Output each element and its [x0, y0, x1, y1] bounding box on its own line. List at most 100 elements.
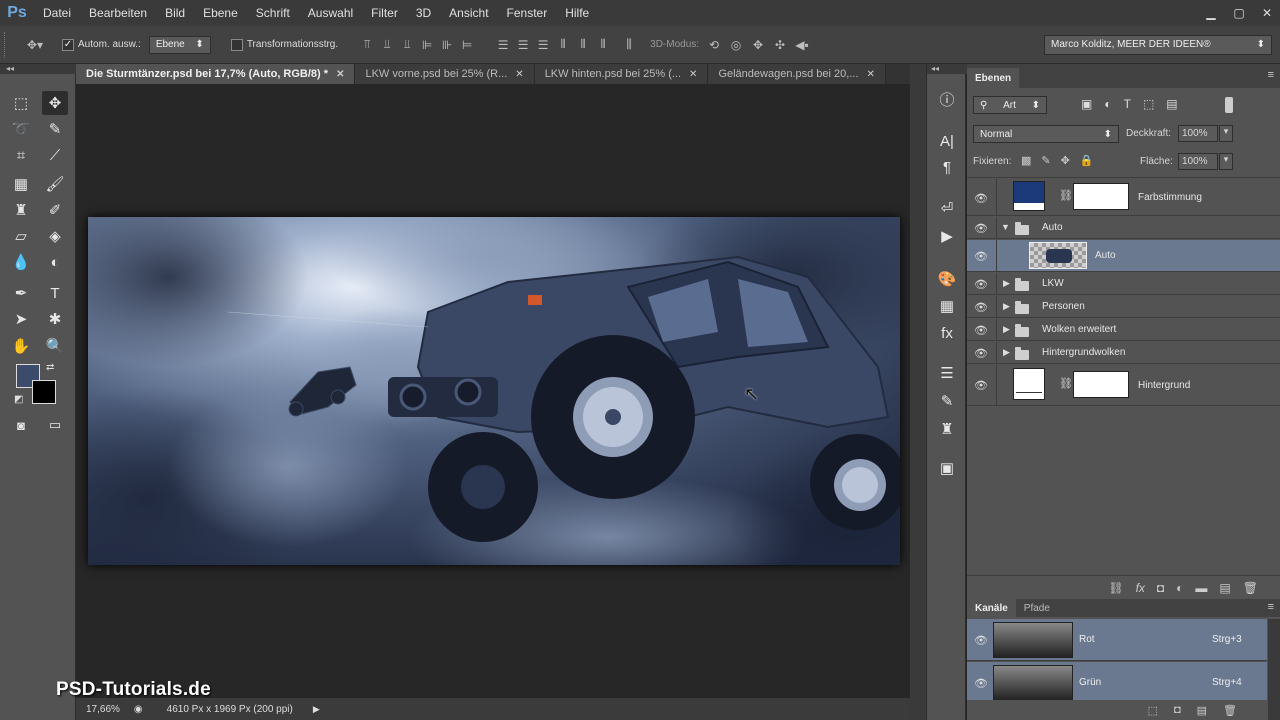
menu-bearbeiten[interactable]: Bearbeiten [80, 6, 156, 20]
distribute-vcenter-icon[interactable]: ☰ [516, 38, 530, 52]
channel-row-rot[interactable]: 👁 Rot Strg+3 [967, 619, 1267, 661]
eye-icon[interactable]: 👁 [973, 299, 989, 315]
menu-fenster[interactable]: Fenster [498, 6, 557, 20]
close-tab-icon[interactable]: ✕ [515, 69, 523, 80]
quick-selection-tool-icon[interactable]: ✎ [42, 117, 68, 141]
info-panel-icon[interactable]: ⓘ [935, 88, 959, 110]
tab-lkw-vorne[interactable]: LKW vorne.psd bei 25% (R... ✕ [355, 64, 535, 84]
move-tool-preset-icon[interactable]: ✥▾ [24, 38, 46, 52]
channel-row-gruen[interactable]: 👁 Grün Strg+4 [967, 662, 1267, 704]
clone-source-panel-icon[interactable]: ♜ [935, 418, 959, 440]
3d-rotate-icon[interactable]: ⟲ [707, 38, 721, 52]
filter-toggle-switch[interactable] [1225, 97, 1233, 113]
pen-tool-icon[interactable]: ✒ [8, 281, 34, 305]
channels-scrollbar[interactable] [1268, 619, 1280, 720]
eye-icon[interactable]: 👁 [973, 675, 989, 691]
layer-row-farbstimmung[interactable]: 👁 ⛓ Farbstimmung [967, 179, 1280, 216]
opacity-input[interactable]: 100% [1178, 125, 1218, 142]
menu-ebene[interactable]: Ebene [194, 6, 247, 20]
close-tab-icon[interactable]: ✕ [336, 69, 344, 80]
crop-tool-icon[interactable]: ⌗ [8, 143, 34, 167]
quick-mask-icon[interactable]: ◙ [8, 413, 34, 437]
delete-layer-icon[interactable]: 🗑 [1243, 581, 1258, 595]
layer-row-group-personen[interactable]: 👁 ▶ Personen [967, 296, 1280, 318]
layer-row-auto-selected[interactable]: 👁 Auto [967, 240, 1280, 272]
tab-channels[interactable]: Kanäle [967, 599, 1016, 617]
minimize-icon[interactable]: ▁ [1204, 6, 1218, 20]
new-group-icon[interactable]: ▬ [1195, 581, 1207, 595]
group-expanded-icon[interactable]: ▼ [1001, 222, 1010, 232]
distribute-top-icon[interactable]: ☰ [496, 38, 510, 52]
layer-mask-thumbnail[interactable] [1073, 183, 1129, 210]
filter-pixel-icon[interactable]: ▣ [1081, 97, 1092, 111]
distribute-hcenter-icon[interactable]: ⦀ [576, 37, 590, 52]
workspace-dropdown[interactable]: Marco Kolditz, MEER DER IDEEN® ⬍ [1044, 34, 1272, 55]
panel-menu-icon[interactable]: ≡ [1268, 601, 1274, 613]
dodge-tool-icon[interactable]: ◐ [42, 250, 68, 274]
fill-input[interactable]: 100% [1178, 153, 1218, 170]
move-tool-icon[interactable]: ✥ [42, 91, 68, 115]
lasso-tool-icon[interactable]: ➰ [8, 117, 34, 141]
default-colors-icon[interactable]: ◩ [14, 394, 23, 405]
eye-icon[interactable]: 👁 [973, 248, 989, 264]
menu-ansicht[interactable]: Ansicht [440, 6, 497, 20]
eye-icon[interactable]: 👁 [973, 276, 989, 292]
eye-icon[interactable]: 👁 [973, 377, 989, 393]
screen-mode-icon[interactable]: ▭ [42, 413, 68, 437]
lock-position-icon[interactable]: ✥ [1061, 154, 1070, 167]
fill-dropdown-arrow-icon[interactable]: ▾ [1219, 153, 1233, 170]
styles-panel-icon[interactable]: fx [935, 322, 959, 344]
brush-tool-icon[interactable]: 🖌 [42, 172, 68, 196]
clone-stamp-tool-icon[interactable]: ♜ [8, 198, 34, 222]
canvas-area[interactable]: ↖ [76, 84, 910, 698]
link-chain-icon[interactable]: ⛓ [1059, 189, 1073, 202]
filter-shape-icon[interactable]: ⬚ [1143, 97, 1154, 111]
align-right-icon[interactable]: ⊨ [460, 38, 474, 52]
blend-mode-dropdown[interactable]: Normal ⬍ [973, 125, 1119, 143]
zoom-tool-icon[interactable]: 🔍 [42, 334, 68, 358]
menu-schrift[interactable]: Schrift [247, 6, 299, 20]
tab-gelaendewagen[interactable]: Geländewagen.psd bei 20,... ✕ [708, 64, 886, 84]
zoom-level[interactable]: 17,66% [86, 704, 120, 715]
lock-all-icon[interactable]: 🔒 [1080, 154, 1094, 167]
lock-pixels-icon[interactable]: ✎ [1041, 154, 1050, 167]
save-selection-icon[interactable]: ◘ [1174, 704, 1181, 716]
menu-datei[interactable]: Datei [34, 6, 80, 20]
layer-row-hintergrund[interactable]: 👁 ⛓ Hintergrund [967, 365, 1280, 406]
align-vcenter-icon[interactable]: ⫫ [380, 37, 394, 52]
history-brush-tool-icon[interactable]: ✐ [42, 198, 68, 222]
link-layers-icon[interactable]: ⛓ [1108, 581, 1123, 595]
3d-scale-icon[interactable]: ◀▪ [795, 38, 809, 52]
opacity-dropdown-arrow-icon[interactable]: ▾ [1219, 125, 1233, 142]
filter-smart-object-icon[interactable]: ▤ [1166, 97, 1177, 111]
layer-filter-dropdown[interactable]: ⚲ Art ⬍ [973, 96, 1047, 114]
status-info-icon[interactable]: ◉ [134, 704, 143, 715]
tab-layers[interactable]: Ebenen [967, 68, 1020, 88]
distribute-right-icon[interactable]: ⦀ [596, 37, 610, 52]
color-panel-icon[interactable]: 🎨 [935, 268, 959, 290]
eye-icon[interactable]: 👁 [973, 322, 989, 338]
menu-bild[interactable]: Bild [156, 6, 194, 20]
align-hcenter-icon[interactable]: ⊪ [440, 38, 454, 52]
3d-panel-icon[interactable]: ▣ [935, 457, 959, 479]
layer-row-group-lkw[interactable]: 👁 ▶ LKW [967, 273, 1280, 295]
type-tool-icon[interactable]: T [42, 281, 68, 305]
tab-sturmtaenzer[interactable]: Die Sturmtänzer.psd bei 17,7% (Auto, RGB… [76, 64, 356, 84]
menu-filter[interactable]: Filter [362, 6, 407, 20]
eye-icon[interactable]: 👁 [973, 345, 989, 361]
lock-transparency-icon[interactable]: ▩ [1021, 154, 1031, 167]
character-panel-icon[interactable]: A| [935, 130, 959, 152]
distribute-bottom-icon[interactable]: ☰ [536, 38, 550, 52]
brush-panel-icon[interactable]: ✎ [935, 390, 959, 412]
add-mask-icon[interactable]: ◘ [1157, 581, 1164, 595]
canvas-vertical-scrollbar[interactable] [910, 64, 926, 720]
paint-bucket-tool-icon[interactable]: ◈ [42, 224, 68, 248]
maximize-icon[interactable]: ▢ [1232, 6, 1246, 20]
actions-panel-icon[interactable]: ▶ [935, 225, 959, 247]
swatches-panel-icon[interactable]: ▦ [935, 295, 959, 317]
path-selection-tool-icon[interactable]: ➤ [8, 307, 34, 331]
layer-row-group-auto[interactable]: 👁 ▼ Auto [967, 217, 1280, 239]
new-adjustment-layer-icon[interactable]: ◐ [1176, 581, 1183, 595]
close-icon[interactable]: ✕ [1260, 6, 1274, 20]
eraser-tool-icon[interactable]: ▱ [8, 224, 34, 248]
